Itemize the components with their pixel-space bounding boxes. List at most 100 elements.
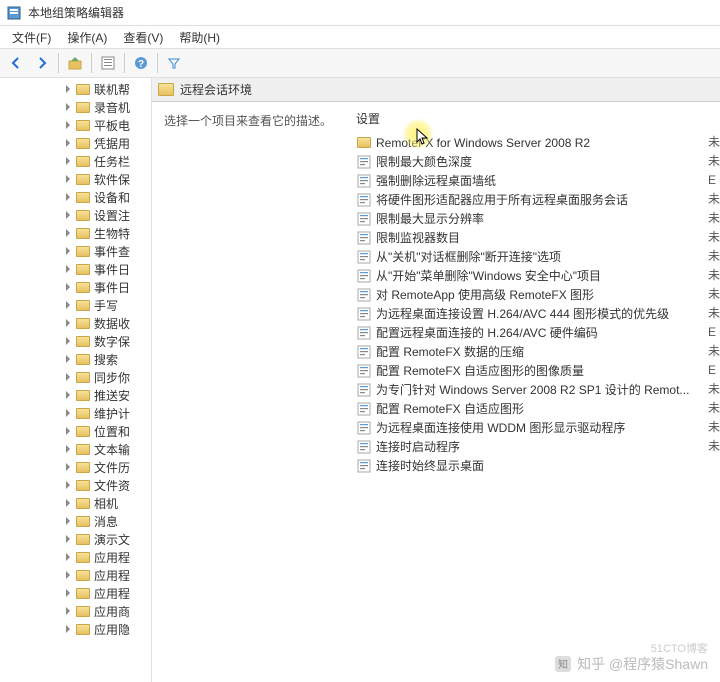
expander-icon[interactable] <box>66 85 70 93</box>
list-setting-row[interactable]: 配置远程桌面连接的 H.264/AVC 硬件编码 <box>352 323 720 342</box>
expander-icon[interactable] <box>66 229 70 237</box>
forward-button[interactable] <box>30 51 54 75</box>
tree-item[interactable]: 软件保 <box>0 170 151 188</box>
list-setting-row[interactable]: 强制删除远程桌面墙纸 <box>352 171 720 190</box>
expander-icon[interactable] <box>66 481 70 489</box>
expander-icon[interactable] <box>66 139 70 147</box>
tree-item[interactable]: 录音机 <box>0 98 151 116</box>
list-setting-row[interactable]: 从"开始"菜单删除"Windows 安全中心"项目 <box>352 266 720 285</box>
up-button[interactable] <box>63 51 87 75</box>
tree-item[interactable]: 消息 <box>0 512 151 530</box>
menu-help[interactable]: 帮助(H) <box>171 27 228 48</box>
list-setting-row[interactable]: 限制最大颜色深度 <box>352 152 720 171</box>
tree-item[interactable]: 相机 <box>0 494 151 512</box>
expander-icon[interactable] <box>66 301 70 309</box>
tree-item[interactable]: 文本输 <box>0 440 151 458</box>
expander-icon[interactable] <box>66 553 70 561</box>
list-setting-row[interactable]: 连接时始终显示桌面 <box>352 456 720 475</box>
expander-icon[interactable] <box>66 265 70 273</box>
tree-item[interactable]: 文件资 <box>0 476 151 494</box>
list-setting-row[interactable]: 对 RemoteApp 使用高级 RemoteFX 图形 <box>352 285 720 304</box>
tree-pane[interactable]: 联机帮录音机平板电凭据用任务栏软件保设备和设置注生物特事件查事件日事件日手写数据… <box>0 78 152 682</box>
expander-icon[interactable] <box>66 625 70 633</box>
tree-item-label: 文本输 <box>94 441 130 458</box>
tree-item[interactable]: 搜索 <box>0 350 151 368</box>
tree-item[interactable]: 同步你 <box>0 368 151 386</box>
list-setting-row[interactable]: 为远程桌面连接设置 H.264/AVC 444 图形模式的优先级 <box>352 304 720 323</box>
menu-action[interactable]: 操作(A) <box>59 27 115 48</box>
expander-icon[interactable] <box>66 103 70 111</box>
expander-icon[interactable] <box>66 373 70 381</box>
list-setting-row[interactable]: 为专门针对 Windows Server 2008 R2 SP1 设计的 Rem… <box>352 380 720 399</box>
expander-icon[interactable] <box>66 283 70 291</box>
tree-item[interactable]: 应用程 <box>0 584 151 602</box>
list-item-label: 配置远程桌面连接的 H.264/AVC 硬件编码 <box>376 324 598 341</box>
expander-icon[interactable] <box>66 427 70 435</box>
tree-item[interactable]: 演示文 <box>0 530 151 548</box>
tree-item[interactable]: 数据收 <box>0 314 151 332</box>
tree-item[interactable]: 手写 <box>0 296 151 314</box>
menu-file[interactable]: 文件(F) <box>4 27 59 48</box>
expander-icon[interactable] <box>66 175 70 183</box>
tree-item[interactable]: 位置和 <box>0 422 151 440</box>
tree-item[interactable]: 应用商 <box>0 602 151 620</box>
list-setting-row[interactable]: 为远程桌面连接使用 WDDM 图形显示驱动程序 <box>352 418 720 437</box>
tree-item[interactable]: 应用程 <box>0 548 151 566</box>
settings-list[interactable]: 设置 RemoteFX for Windows Server 2008 R2 限制… <box>352 102 720 682</box>
filter-button[interactable] <box>162 51 186 75</box>
properties-button[interactable] <box>96 51 120 75</box>
expander-icon[interactable] <box>66 499 70 507</box>
expander-icon[interactable] <box>66 211 70 219</box>
expander-icon[interactable] <box>66 121 70 129</box>
expander-icon[interactable] <box>66 535 70 543</box>
list-setting-row[interactable]: 配置 RemoteFX 自适应图形 <box>352 399 720 418</box>
tree-item[interactable]: 应用程 <box>0 566 151 584</box>
tree-item[interactable]: 联机帮 <box>0 80 151 98</box>
list-setting-row[interactable]: 配置 RemoteFX 数据的压缩 <box>352 342 720 361</box>
tree-item[interactable]: 设置注 <box>0 206 151 224</box>
tree-item[interactable]: 事件查 <box>0 242 151 260</box>
expander-icon[interactable] <box>66 391 70 399</box>
tree-item[interactable]: 生物特 <box>0 224 151 242</box>
expander-icon[interactable] <box>66 607 70 615</box>
expander-icon[interactable] <box>66 571 70 579</box>
help-button[interactable]: ? <box>129 51 153 75</box>
expander-icon[interactable] <box>66 157 70 165</box>
tree-item[interactable]: 事件日 <box>0 260 151 278</box>
list-setting-row[interactable]: 配置 RemoteFX 自适应图形的图像质量 <box>352 361 720 380</box>
list-setting-row[interactable]: 连接时启动程序 <box>352 437 720 456</box>
expander-icon[interactable] <box>66 355 70 363</box>
tree-item[interactable]: 平板电 <box>0 116 151 134</box>
tree-item[interactable]: 应用隐 <box>0 620 151 638</box>
tree-item[interactable]: 维护计 <box>0 404 151 422</box>
list-setting-row[interactable]: 限制最大显示分辨率 <box>352 209 720 228</box>
expander-icon[interactable] <box>66 247 70 255</box>
tree-item[interactable]: 凭据用 <box>0 134 151 152</box>
expander-icon[interactable] <box>66 463 70 471</box>
expander-icon[interactable] <box>66 193 70 201</box>
folder-icon <box>76 624 90 635</box>
tree-item[interactable]: 推送安 <box>0 386 151 404</box>
list-folder-row[interactable]: RemoteFX for Windows Server 2008 R2 <box>352 133 720 152</box>
tree-item[interactable]: 设备和 <box>0 188 151 206</box>
tree-item[interactable]: 任务栏 <box>0 152 151 170</box>
tree-item[interactable]: 文件历 <box>0 458 151 476</box>
tree-item[interactable]: 数字保 <box>0 332 151 350</box>
list-item-label: RemoteFX for Windows Server 2008 R2 <box>376 136 590 150</box>
expander-icon[interactable] <box>66 319 70 327</box>
tree-item[interactable]: 事件日 <box>0 278 151 296</box>
list-setting-row[interactable]: 限制监视器数目 <box>352 228 720 247</box>
list-setting-row[interactable]: 从"关机"对话框删除"断开连接"选项 <box>352 247 720 266</box>
expander-icon[interactable] <box>66 337 70 345</box>
expander-icon[interactable] <box>66 409 70 417</box>
setting-icon <box>356 439 372 455</box>
expander-icon[interactable] <box>66 589 70 597</box>
list-item-label: 配置 RemoteFX 自适应图形 <box>376 400 524 417</box>
expander-icon[interactable] <box>66 445 70 453</box>
menu-view[interactable]: 查看(V) <box>115 27 171 48</box>
list-setting-row[interactable]: 将硬件图形适配器应用于所有远程桌面服务会话 <box>352 190 720 209</box>
list-header[interactable]: 设置 <box>352 106 720 133</box>
expander-icon[interactable] <box>66 517 70 525</box>
setting-icon <box>356 287 372 303</box>
back-button[interactable] <box>4 51 28 75</box>
